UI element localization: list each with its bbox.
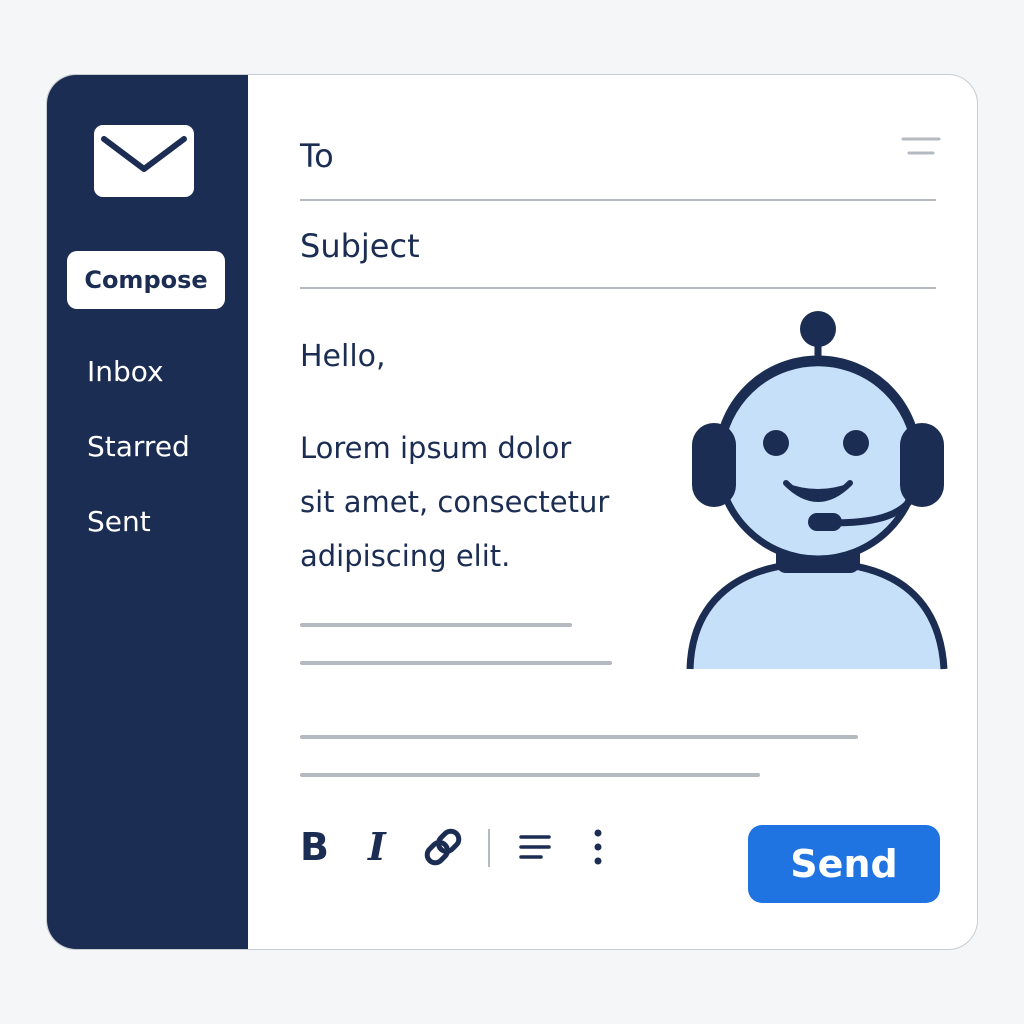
mail-envelope-icon [94,125,194,197]
email-compose-window: Compose Inbox Starred Sent To Subject He… [46,74,978,950]
toolbar-divider [488,829,490,867]
more-vertical-icon[interactable] [588,827,608,867]
link-icon[interactable] [422,827,464,867]
send-button[interactable]: Send [748,825,940,903]
sidebar-item-starred[interactable]: Starred [87,430,190,463]
italic-button[interactable]: I [368,827,386,867]
sidebar-item-inbox[interactable]: Inbox [87,355,164,388]
message-body-line: sit amet, consectetur [300,485,610,519]
placeholder-text-line [300,661,612,665]
placeholder-text-line [300,623,572,627]
to-label: To [300,137,334,175]
subject-label: Subject [300,227,420,265]
message-greeting: Hello, [300,339,386,374]
message-body-line: adipiscing elit. [300,539,511,573]
placeholder-text-line [300,735,858,739]
message-body-line: Lorem ipsum dolor [300,431,572,465]
message-body[interactable]: Lorem ipsum dolor sit amet, consectetur … [300,421,660,583]
bold-button[interactable]: B [300,827,329,867]
sidebar: Compose Inbox Starred Sent [47,75,248,949]
align-lines-icon[interactable] [518,827,552,867]
support-bot-avatar [686,311,948,670]
sidebar-item-sent[interactable]: Sent [87,505,151,538]
placeholder-text-line [300,773,760,777]
to-field[interactable]: To [300,127,936,201]
menu-lines-icon[interactable] [901,135,941,159]
compose-button[interactable]: Compose [67,251,225,309]
subject-field[interactable]: Subject [300,217,936,289]
compose-panel: To Subject Hello, Lorem ipsum dolor sit … [248,75,977,949]
